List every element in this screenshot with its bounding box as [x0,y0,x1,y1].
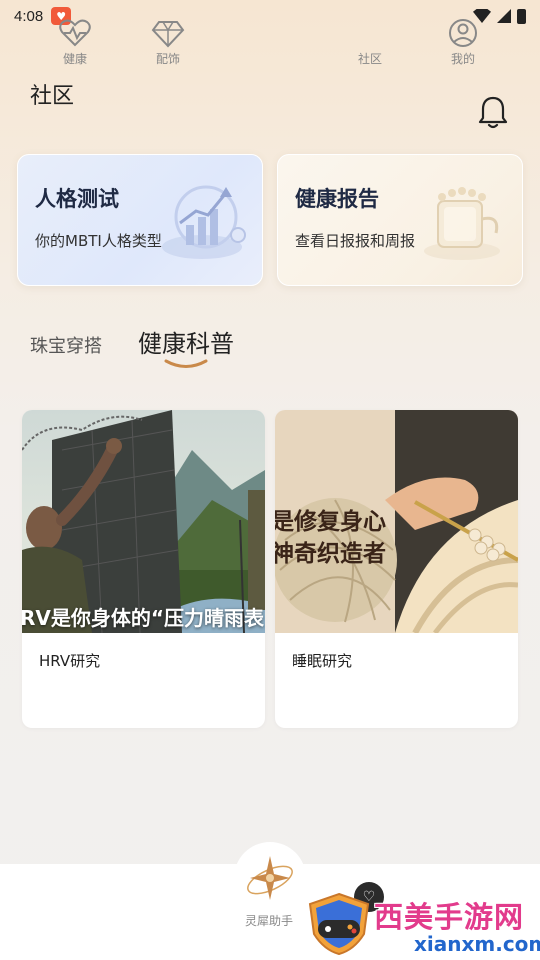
card-title: 人格测试 [35,187,119,211]
article-card-sleep[interactable]: 是修复身心 神奇织造者 睡眠研究 [275,410,518,728]
nav-label: 健康 [62,52,87,66]
battery-icon [517,8,526,24]
article-overlay-line2: 神奇织造者 [275,540,386,567]
card-subtitle: 查看日报报和周报 [295,232,416,250]
user-icon [449,19,477,47]
nav-item-health[interactable]: 健康 [40,18,110,67]
nav-item-community[interactable]: 社区 [335,18,405,67]
nav-label: 我的 [450,52,475,66]
article-image-hrv: RV是你身体的“压力晴雨表 [22,410,265,633]
jewelry-bracelet-icon [424,187,500,260]
heart-pulse-icon [59,19,91,47]
watermark-text: 西美手游网 [374,900,525,934]
tab-jewelry-outfit[interactable]: 珠宝穿搭 [30,332,102,358]
gamepad-shield-icon [308,892,370,956]
article-overlay-line1: 是修复身心 [275,508,386,535]
card-title: 健康报告 [295,187,379,211]
watermark: 西美手游网 xianxm.com [300,890,540,960]
health-report-card[interactable]: 健康报告 查看日报报和周报 [277,154,523,286]
tab-health-science[interactable]: 健康科普 [138,324,234,359]
personality-test-card[interactable]: 人格测试 你的MBTI人格类型 [17,154,263,286]
page-title: 社区 [30,84,75,109]
chart-growth-icon [162,185,246,259]
active-tab-indicator [164,359,208,368]
article-card-hrv[interactable]: RV是你身体的“压力晴雨表 HRV研究 [22,410,265,728]
bell-icon[interactable] [476,94,510,130]
nav-item-profile[interactable]: 我的 [428,18,498,67]
article-image-sleep: 是修复身心 神奇织造者 [275,410,518,633]
article-label: HRV研究 [39,652,101,670]
nav-icon-spacer [335,18,405,50]
article-overlay-text: RV是你身体的“压力晴雨表 [22,606,265,630]
article-label: 睡眠研究 [292,652,353,670]
nav-item-jewelry[interactable]: 配饰 [133,18,203,67]
mountain-soldier-image [22,410,265,633]
diamond-icon [151,21,185,48]
card-subtitle: 你的MBTI人格类型 [35,232,162,250]
watermark-url: xianxm.com [414,932,540,956]
nav-label: 社区 [357,52,382,66]
signal-icon [497,9,511,23]
status-time: 4:08 [14,7,44,25]
star-orbit-icon [247,856,293,900]
nav-label: 配饰 [155,52,180,66]
content-tabs: 珠宝穿搭 健康科普 [30,322,510,382]
nav-label-assistant: 灵犀助手 [244,914,293,928]
